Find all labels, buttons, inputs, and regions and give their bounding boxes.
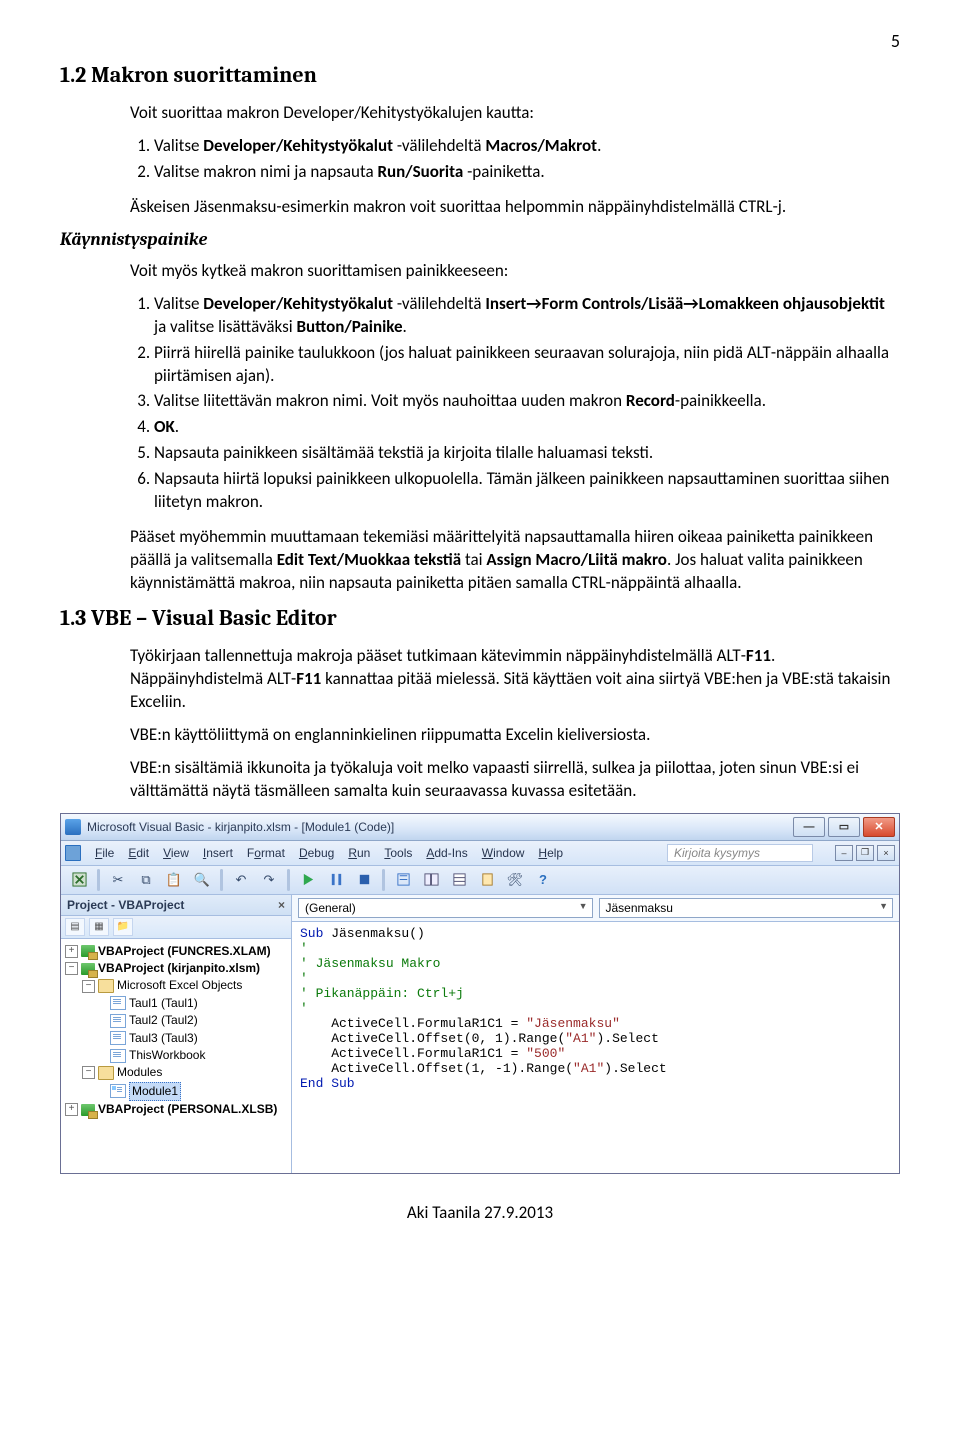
toolbox-icon[interactable]: 🛠 [503, 868, 527, 892]
list-item: Valitse liitettävän makron nimi. Voit my… [154, 390, 900, 413]
project-pane-toolbar: ▤ ▦ 📁 [61, 916, 291, 939]
reset-icon[interactable] [352, 868, 376, 892]
list-item: Napsauta painikkeen sisältämää tekstiä j… [154, 442, 900, 465]
paste-icon[interactable]: 📋 [162, 868, 186, 892]
menu-run[interactable]: Run [348, 846, 370, 860]
help-icon[interactable]: ? [531, 868, 555, 892]
close-pane-icon[interactable]: × [278, 898, 285, 912]
vbe-titlebar[interactable]: Microsoft Visual Basic - kirjanpito.xlsm… [61, 814, 899, 841]
view-object-icon[interactable]: ▦ [89, 918, 109, 936]
separator-icon [382, 869, 385, 891]
close-button[interactable]: ✕ [863, 817, 895, 837]
system-menu-icon[interactable] [65, 845, 81, 861]
page-footer: Aki Taanila 27.9.2013 [60, 1202, 900, 1223]
button-intro: Voit myös kytkeä makron suorittamisen pa… [130, 260, 900, 283]
object-dropdown[interactable]: (General) [298, 898, 593, 918]
vbe-toolbar: ✂ ⧉ 📋 🔍 ↶ ↷ 🛠 ? [61, 866, 899, 895]
menu-tools[interactable]: Tools [384, 846, 412, 860]
redo-icon[interactable]: ↷ [257, 868, 281, 892]
separator-icon [97, 869, 100, 891]
intro-paragraph: Voit suorittaa makron Developer/Kehityst… [130, 102, 900, 125]
vbe-menubar: File Edit View Insert Format Debug Run T… [61, 841, 899, 866]
tree-selected-module[interactable]: Module1 [129, 1082, 181, 1101]
properties-icon[interactable] [447, 868, 471, 892]
menu-debug[interactable]: Debug [299, 846, 334, 860]
window-title: Microsoft Visual Basic - kirjanpito.xlsm… [87, 820, 787, 834]
vbe-paragraph-1: Työkirjaan tallennettuja makroja pääset … [130, 645, 900, 714]
heading-1-3: 1.3 VBE – Visual Basic Editor [60, 605, 900, 631]
toggle-folders-icon[interactable]: 📁 [113, 918, 133, 936]
code-pane: (General) Jäsenmaksu Sub Jäsenmaksu() ' … [292, 895, 899, 1173]
vbe-window: Microsoft Visual Basic - kirjanpito.xlsm… [60, 813, 900, 1174]
vb-icon [65, 819, 81, 835]
project-tree[interactable]: + VBAProject (FUNCRES.XLAM) − VBAProject… [61, 939, 291, 1173]
menu-help[interactable]: Help [538, 846, 563, 860]
menu-view[interactable]: View [163, 846, 189, 860]
page-number: 5 [60, 30, 900, 52]
design-mode-icon[interactable] [391, 868, 415, 892]
project-explorer-icon[interactable] [419, 868, 443, 892]
run-macro-steps: Valitse Developer/Kehitystyökalut -välil… [130, 135, 900, 184]
project-pane-title: Project - VBAProject × [61, 895, 291, 916]
list-item: OK. [154, 416, 900, 439]
list-item: Valitse Developer/Kehitystyökalut -välil… [154, 293, 900, 339]
heading-1-2: 1.2 Makron suorittaminen [60, 62, 900, 88]
minimize-button[interactable]: — [793, 817, 825, 837]
menu-file[interactable]: File [95, 846, 114, 860]
object-browser-icon[interactable] [475, 868, 499, 892]
list-item: Piirrä hiirellä painike taulukkoon (jos … [154, 342, 900, 388]
child-restore-button[interactable]: ❐ [856, 845, 874, 861]
separator-icon [287, 869, 290, 891]
menu-insert[interactable]: Insert [203, 846, 233, 860]
menu-edit[interactable]: Edit [128, 846, 149, 860]
child-close-button[interactable]: × [877, 845, 895, 861]
ask-a-question-input[interactable]: Kirjoita kysymys [667, 844, 813, 862]
undo-icon[interactable]: ↶ [229, 868, 253, 892]
menu-window[interactable]: Window [482, 846, 525, 860]
list-item: Valitse Developer/Kehitystyökalut -välil… [154, 135, 900, 158]
code-editor[interactable]: Sub Jäsenmaksu() ' ' Jäsenmaksu Makro ' … [292, 922, 899, 1173]
list-item: Valitse makron nimi ja napsauta Run/Suor… [154, 161, 900, 184]
separator-icon [220, 869, 223, 891]
copy-icon[interactable]: ⧉ [134, 868, 158, 892]
menu-addins[interactable]: Add-Ins [426, 846, 467, 860]
vbe-paragraph-2: VBE:n käyttöliittymä on englanninkieline… [130, 724, 900, 747]
button-steps: Valitse Developer/Kehitystyökalut -välil… [130, 293, 900, 514]
view-code-icon[interactable]: ▤ [65, 918, 85, 936]
shortcut-note: Äskeisen Jäsenmaksu-esimerkin makron voi… [130, 196, 900, 219]
procedure-dropdown[interactable]: Jäsenmaksu [599, 898, 894, 918]
vbe-paragraph-3: VBE:n sisältämiä ikkunoita ja työkaluja … [130, 757, 900, 803]
find-icon[interactable]: 🔍 [190, 868, 214, 892]
maximize-button[interactable]: ▭ [828, 817, 860, 837]
run-icon[interactable] [296, 868, 320, 892]
cut-icon[interactable]: ✂ [106, 868, 130, 892]
project-explorer-pane: Project - VBAProject × ▤ ▦ 📁 + VBAProjec… [61, 895, 292, 1173]
break-icon[interactable] [324, 868, 348, 892]
list-item: Napsauta hiirtä lopuksi painikkeen ulkop… [154, 468, 900, 514]
child-minimize-button[interactable]: – [835, 845, 853, 861]
edit-note: Pääset myöhemmin muuttamaan tekemiäsi mä… [130, 526, 900, 595]
subheading-start-button: Käynnistyspainike [60, 229, 900, 250]
menu-format[interactable]: Format [247, 846, 285, 860]
excel-icon[interactable] [67, 868, 91, 892]
